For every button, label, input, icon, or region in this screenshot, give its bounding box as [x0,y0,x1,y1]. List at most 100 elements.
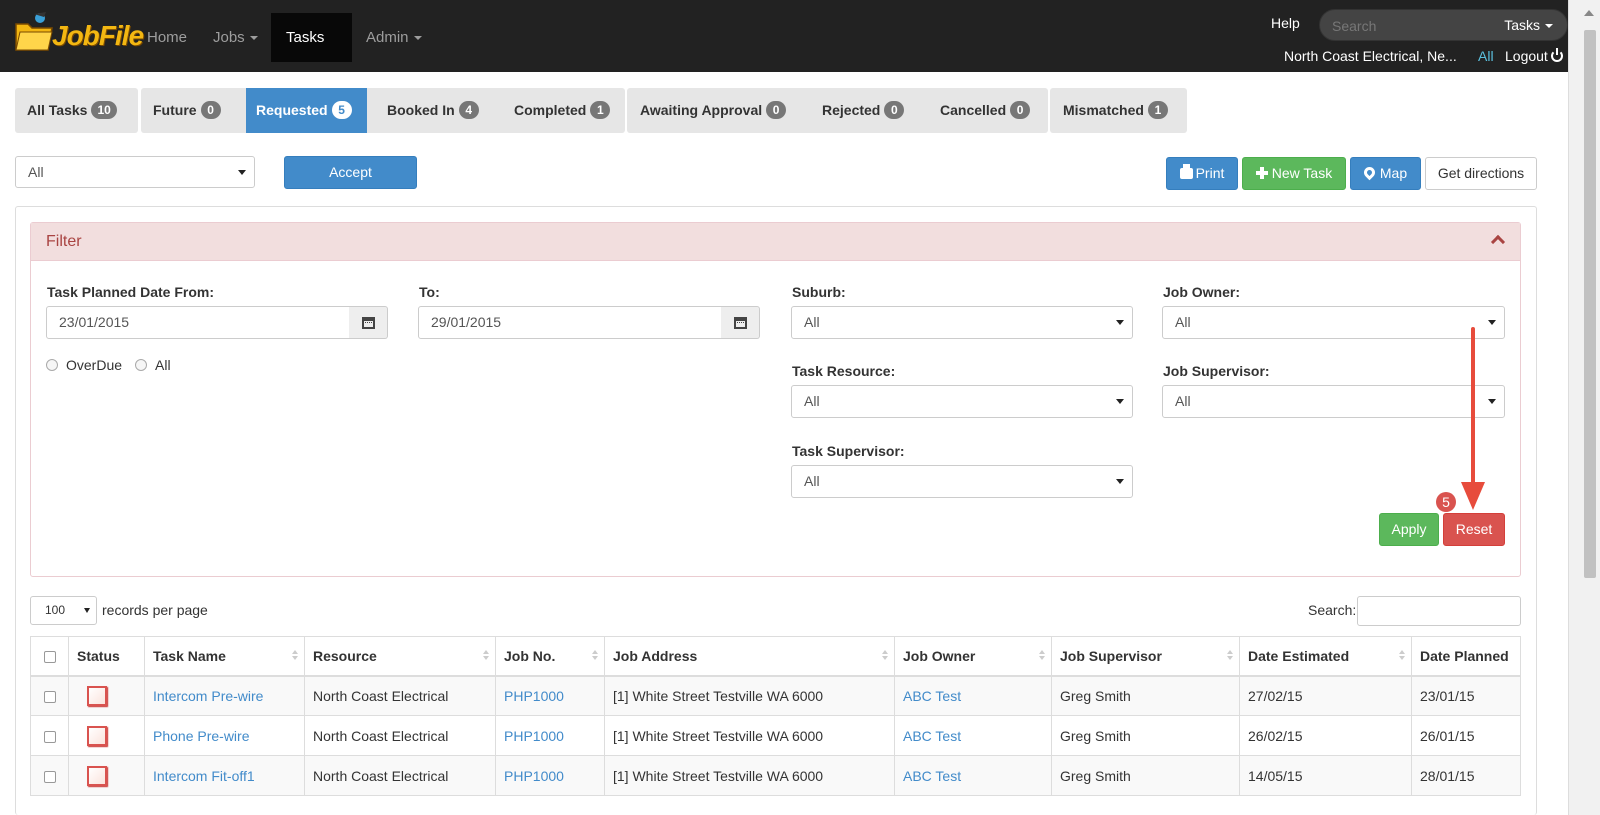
logout-label: Logout [1505,48,1548,64]
job-owner-link[interactable]: ABC Test [894,715,1052,756]
select-all-checkbox[interactable] [43,651,56,664]
job-supervisor-select[interactable]: All [1162,385,1505,418]
annotation-arrow-shaft [1471,327,1475,487]
tab-mismatched[interactable]: Mismatched 1 [1051,88,1168,133]
column-header-date-planned[interactable]: Date Planned [1411,636,1521,677]
row-checkbox[interactable] [43,730,56,743]
column-label: Job Supervisor [1060,647,1162,664]
job-no-link[interactable]: PHP1000 [495,675,605,716]
get-directions-button[interactable]: Get directions [1425,157,1537,190]
column-header-resource[interactable]: Resource [304,636,496,677]
jobfile-logo[interactable]: JobFile [14,8,144,60]
row-checkbox[interactable] [43,691,56,704]
bulk-action-select[interactable]: All [15,156,255,188]
date-planned-cell: 23/01/15 [1411,675,1521,716]
nav-admin-label: Admin [366,29,409,46]
sort-icon [483,650,489,662]
column-header-job-owner[interactable]: Job Owner [894,636,1052,677]
task-name-link[interactable]: Intercom Pre-wire [144,675,305,716]
date-to-calendar-button[interactable] [721,306,760,339]
tab-future[interactable]: Future 0 [141,88,221,133]
tab-awaiting-approval[interactable]: Awaiting Approval 0 [628,88,787,133]
tab-all-tasks[interactable]: All Tasks 10 [15,88,117,133]
row-select-cell [30,715,69,756]
tab-requested[interactable]: Requested 5 [246,88,367,133]
tab-label: Rejected [822,102,881,118]
scrollbar-thumb[interactable] [1584,30,1596,578]
column-label: Date Planned [1420,647,1509,664]
date-from-input[interactable]: 23/01/2015 [46,306,350,339]
search-scope-dropdown[interactable]: Tasks [1504,17,1553,33]
count-badge: 4 [458,101,479,119]
calendar-icon [734,317,747,329]
nav-home[interactable]: Home [132,13,202,62]
task-supervisor-select[interactable]: All [791,465,1133,498]
print-icon [1179,164,1193,179]
table-row[interactable]: Intercom Pre-wire North Coast Electrical… [30,675,1521,716]
suburb-value: All [804,314,820,330]
task-name-link[interactable]: Phone Pre-wire [144,715,305,756]
column-header-job-address[interactable]: Job Address [604,636,895,677]
job-owner-value: All [1175,314,1191,330]
count-badge: 1 [1147,101,1168,119]
sort-icon [292,650,298,662]
apply-button[interactable]: Apply [1379,513,1439,546]
filter-header[interactable]: Filter [31,223,1520,261]
table-search-input[interactable] [1357,596,1521,626]
count-badge: 0 [884,101,905,119]
date-to-input[interactable]: 29/01/2015 [418,306,722,339]
job-owner-select[interactable]: All [1162,306,1505,339]
all-companies-link[interactable]: All [1478,48,1494,64]
overdue-radio[interactable] [46,359,58,371]
all-radio-label: All [155,357,171,373]
row-select-cell [30,675,69,716]
page-length-select[interactable]: 100 [30,596,97,625]
dropdown-arrow-icon [1116,399,1124,404]
column-label: Resource [313,647,377,664]
task-name-link[interactable]: Intercom Fit-off1 [144,755,305,796]
nav-tasks[interactable]: Tasks [271,13,352,90]
chevron-up-icon[interactable] [1490,234,1506,250]
table-row[interactable]: Phone Pre-wire North Coast Electrical PH… [30,715,1521,756]
company-selector[interactable]: North Coast Electrical, Ne... [1284,48,1457,64]
table-row[interactable]: Intercom Fit-off1 North Coast Electrical… [30,755,1521,796]
reset-button[interactable]: Reset [1443,513,1505,546]
logout-link[interactable]: Logout [1505,48,1563,64]
row-checkbox[interactable] [43,770,56,783]
job-no-link[interactable]: PHP1000 [495,715,605,756]
nav-admin[interactable]: Admin [351,13,437,62]
date-from-calendar-button[interactable] [349,306,388,339]
all-radio[interactable] [135,359,147,371]
sort-icon [1399,650,1405,662]
task-resource-select[interactable]: All [791,385,1133,418]
print-button[interactable]: Print [1166,157,1238,190]
accept-button[interactable]: Accept [284,156,417,189]
help-link[interactable]: Help [1271,15,1300,31]
column-header-status[interactable]: Status [68,636,145,677]
job-owner-link[interactable]: ABC Test [894,755,1052,796]
suburb-select[interactable]: All [791,306,1133,339]
scroll-up-arrow-icon[interactable] [1584,10,1594,16]
nav-jobs[interactable]: Jobs [198,13,273,62]
page-length-label: records per page [102,602,208,618]
tab-booked-in[interactable]: Booked In 4 [375,88,479,133]
column-header-task-name[interactable]: Task Name [144,636,305,677]
tab-rejected[interactable]: Rejected 0 [810,88,905,133]
job-owner-link[interactable]: ABC Test [894,675,1052,716]
job-address-cell: [1] White Street Testville WA 6000 [604,755,895,796]
count-badge: 0 [200,101,221,119]
calendar-icon [362,317,375,329]
new-task-button[interactable]: New Task [1242,157,1346,190]
job-no-link[interactable]: PHP1000 [495,755,605,796]
column-header-job-no[interactable]: Job No. [495,636,605,677]
count-badge: 0 [1010,101,1031,119]
date-estimated-cell: 27/02/15 [1239,675,1412,716]
date-to-label: To: [419,284,440,300]
map-button[interactable]: Map [1350,157,1421,190]
tab-completed[interactable]: Completed 1 [502,88,611,133]
tab-cancelled[interactable]: Cancelled 0 [928,88,1031,133]
column-header-date-estimated[interactable]: Date Estimated [1239,636,1412,677]
column-header-job-supervisor[interactable]: Job Supervisor [1051,636,1240,677]
global-search-input[interactable] [1332,16,1482,36]
job-supervisor-cell: Greg Smith [1051,755,1240,796]
